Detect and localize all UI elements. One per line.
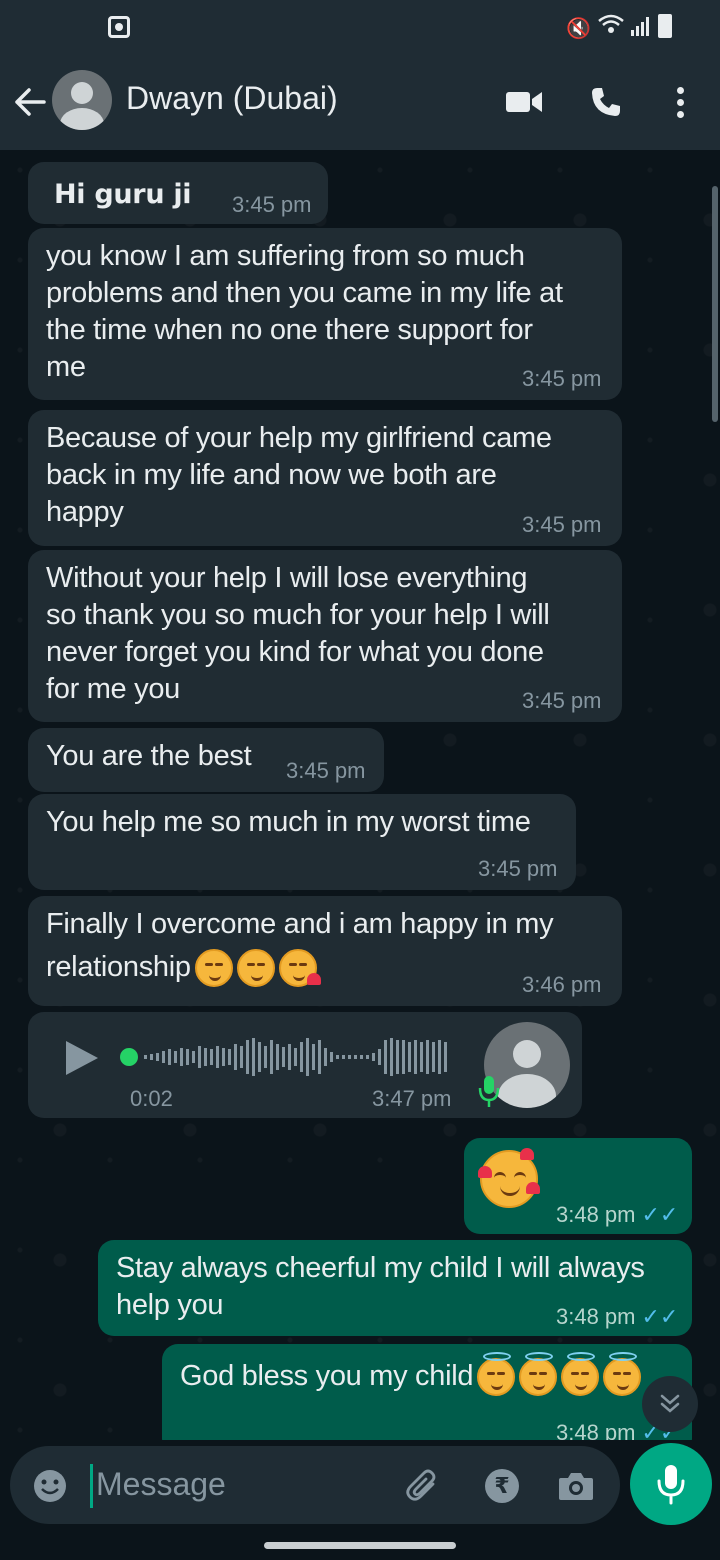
play-icon[interactable] [62, 1038, 102, 1078]
incoming-message[interactable]: Finally I overcome and i am happy in my … [28, 896, 622, 1006]
smiling-face-with-halo-emoji [603, 1352, 642, 1397]
kissing-closed-eyes-emoji [236, 949, 275, 988]
message-time: 3:45 pm [522, 366, 602, 391]
message-time: 3:47 pm [372, 1086, 452, 1111]
message-text: Without your help I will lose everything… [46, 562, 550, 705]
double-check-icon: ✓✓ [641, 1202, 679, 1227]
home-gesture-bar[interactable] [264, 1542, 456, 1549]
message-text: Hi guru ji [54, 179, 192, 210]
message-time: 3:45 pm [286, 758, 366, 783]
camera-icon[interactable] [554, 1464, 598, 1508]
double-chevron-down-icon[interactable] [642, 1376, 698, 1432]
arrow-left-icon[interactable] [8, 80, 52, 124]
message-time: 3:46 pm [522, 972, 602, 997]
message-input[interactable]: Message [96, 1466, 226, 1503]
message-text: God bless you my child [180, 1352, 642, 1397]
video-call-icon[interactable] [500, 80, 548, 124]
avatar-icon[interactable] [52, 70, 112, 130]
wifi-icon [598, 14, 624, 34]
voice-duration: 0:02 [130, 1086, 173, 1111]
message-text: Because of your help my girlfriend came … [46, 422, 552, 528]
double-check-icon: ✓✓ [641, 1304, 679, 1329]
phone-icon[interactable] [584, 80, 628, 124]
battery-icon [658, 14, 672, 38]
outgoing-message[interactable]: God bless you my child 3:48 pm✓✓ [162, 1344, 692, 1440]
incoming-message[interactable]: you know I am suffering from so much pro… [28, 228, 622, 400]
outgoing-message[interactable]: 3:48 pm ✓✓ [464, 1138, 692, 1234]
screenshot-notification-icon [108, 16, 130, 38]
smiling-face-with-hearts-emoji [478, 1148, 540, 1208]
more-vert-icon[interactable] [660, 80, 700, 124]
message-text: you know I am suffering from so much pro… [46, 240, 563, 383]
waveform[interactable] [142, 1034, 452, 1080]
smiling-face-with-halo-emoji [561, 1352, 600, 1397]
contact-name[interactable]: Dwayn (Dubai) [126, 80, 338, 117]
incoming-message[interactable]: Because of your help my girlfriend came … [28, 410, 622, 546]
mute-icon: 🔇 [566, 18, 591, 40]
message-composer: Message ₹ [10, 1446, 620, 1524]
message-text: You help me so much in my worst time [46, 806, 531, 838]
incoming-message[interactable]: Without your help I will lose everything… [28, 550, 622, 722]
text-cursor [90, 1464, 93, 1508]
message-time: 3:45 pm [522, 688, 602, 713]
incoming-message[interactable]: Hi guru ji 3:45 pm [28, 162, 328, 224]
incoming-message[interactable]: You help me so much in my worst time 3:4… [28, 794, 576, 890]
mic-icon[interactable] [630, 1443, 712, 1525]
smiling-face-with-halo-emoji [519, 1352, 558, 1397]
navigation-bar [0, 1530, 720, 1560]
message-time: 3:45 pm [232, 192, 312, 217]
voice-message[interactable]: 0:02 3:47 pm [28, 1012, 582, 1118]
conversation[interactable]: Hi guru ji 3:45 pm you know I am sufferi… [0, 150, 720, 1440]
status-bar: 🔇 [0, 0, 720, 58]
message-text: You are the best [46, 740, 252, 772]
paperclip-icon[interactable] [400, 1464, 444, 1508]
signal-icon [630, 16, 652, 36]
chat-header: Dwayn (Dubai) [0, 58, 720, 150]
smiling-face-with-halo-emoji [477, 1352, 516, 1397]
scrollbar-thumb[interactable] [712, 186, 718, 422]
outgoing-message[interactable]: Stay always cheerful my child I will alw… [98, 1240, 692, 1336]
message-text: Finally I overcome and i am happy in my … [46, 906, 554, 988]
emoji-icon[interactable] [30, 1466, 70, 1506]
face-blowing-kiss-emoji [278, 949, 321, 988]
playback-position-dot[interactable] [120, 1048, 138, 1066]
message-time: 3:48 pm✓✓ [556, 1304, 679, 1329]
mic-icon [478, 1074, 500, 1108]
rupee-icon[interactable]: ₹ [480, 1464, 524, 1508]
incoming-message[interactable]: You are the best 3:45 pm [28, 728, 384, 792]
message-time: 3:48 pm✓✓ [556, 1202, 679, 1227]
message-time: 3:45 pm [522, 512, 602, 537]
message-time: 3:45 pm [478, 856, 558, 881]
kissing-closed-eyes-emoji [194, 949, 233, 988]
